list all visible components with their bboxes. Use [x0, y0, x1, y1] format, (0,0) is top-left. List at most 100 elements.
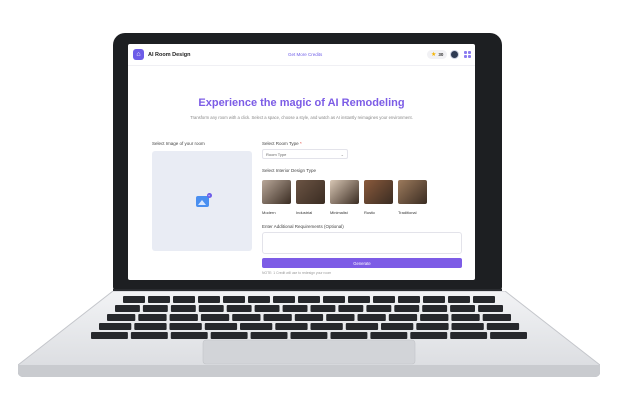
- keyboard-key: [248, 296, 270, 303]
- keyboard-key: [473, 296, 495, 303]
- room-type-selected: Room Type: [266, 151, 287, 157]
- design-option-name: Minimalist: [330, 210, 348, 215]
- keyboard-key: [345, 323, 379, 330]
- keyboard-key: [130, 332, 168, 339]
- keyboard-key: [210, 332, 248, 339]
- room-type-label: Select Room Type *: [262, 141, 302, 146]
- keyboard-key: [294, 314, 324, 321]
- page-title: Experience the magic of AI Remodeling: [198, 97, 405, 109]
- keyboard-key: [373, 296, 395, 303]
- keyboard-key: [423, 296, 445, 303]
- keyboard-key: [204, 323, 238, 330]
- keyboard-key: [173, 296, 195, 303]
- keyboard-key: [338, 305, 364, 312]
- keyboard-key: [381, 323, 414, 330]
- keyboard-key: [275, 323, 308, 330]
- design-option-name: Rustic: [364, 210, 376, 215]
- get-more-credits-link[interactable]: Get More Credits: [288, 52, 322, 57]
- keyboard-key: [451, 323, 484, 330]
- laptop: ⌂ AI Room Design Get More Credits ★ 30 E…: [0, 0, 617, 401]
- design-option-industrial[interactable]: Industrial: [296, 180, 325, 215]
- keyboard-key: [226, 305, 252, 312]
- keyboard-key: [366, 305, 392, 312]
- requirements-label: Enter Additional Requirements (Optional): [262, 224, 344, 229]
- plus-icon: +: [206, 192, 212, 198]
- upload-label: Select Image of your room: [152, 141, 205, 146]
- keyboard-key: [198, 296, 220, 303]
- apps-grid-icon[interactable]: [464, 51, 471, 58]
- image-add-icon: +: [195, 192, 212, 207]
- credit-balance-badge[interactable]: ★ 30: [427, 50, 448, 59]
- keyboard-key: [410, 332, 448, 339]
- keyboard-key: [134, 323, 167, 330]
- keyboard-key: [416, 323, 449, 330]
- keyboard-key: [99, 323, 132, 330]
- keyboard-key: [170, 332, 208, 339]
- design-thumb: [364, 180, 393, 204]
- design-thumb: [330, 180, 359, 204]
- keyboard-key: [107, 314, 136, 321]
- keyboard-key: [420, 314, 449, 321]
- design-option-name: Industrial: [296, 210, 313, 215]
- room-type-select[interactable]: Room Type ⌄: [262, 149, 348, 159]
- keyboard-key: [348, 296, 370, 303]
- keyboard-key: [138, 314, 167, 321]
- keyboard-key: [91, 332, 128, 339]
- room-image-upload[interactable]: +: [152, 151, 252, 251]
- keyboard-key: [169, 314, 198, 321]
- requirements-input[interactable]: [262, 232, 462, 254]
- app-header: ⌂ AI Room Design Get More Credits ★ 30: [128, 44, 475, 66]
- design-thumb: [398, 180, 427, 204]
- design-option-modern[interactable]: Modern: [262, 180, 291, 215]
- keyboard-key: [170, 305, 196, 312]
- keyboard-key: [198, 305, 224, 312]
- keyboard-key: [394, 305, 420, 312]
- user-avatar-icon[interactable]: [450, 50, 459, 59]
- keyboard-key: [486, 323, 520, 330]
- keyboard-key: [323, 296, 345, 303]
- keyboard-key: [240, 323, 273, 330]
- keyboard-key: [398, 296, 420, 303]
- laptop-screen: ⌂ AI Room Design Get More Credits ★ 30 E…: [128, 44, 475, 280]
- design-thumb: [262, 180, 291, 204]
- page-subtitle: Transform any room with a click. Select …: [190, 115, 413, 120]
- keyboard-key: [200, 314, 230, 321]
- generate-button[interactable]: Generate: [262, 258, 462, 268]
- keyboard-key: [330, 332, 368, 339]
- keyboard-key: [223, 296, 245, 303]
- keyboard-key: [326, 314, 355, 321]
- keyboard-key: [448, 296, 470, 303]
- credit-note: NOTE: 1 Credit will use to redesign your…: [262, 271, 332, 275]
- keyboard-key: [478, 305, 503, 312]
- credit-count: 30: [438, 52, 444, 57]
- star-icon: ★: [431, 52, 437, 58]
- keyboard-key: [451, 314, 480, 321]
- keyboard-key: [169, 323, 202, 330]
- keyboard-key: [310, 323, 343, 330]
- keyboard-key: [298, 296, 320, 303]
- design-thumb: [296, 180, 325, 204]
- home-logo-icon[interactable]: ⌂: [133, 49, 144, 60]
- keyboard-key: [422, 305, 448, 312]
- design-option-name: Traditional: [398, 210, 417, 215]
- keyboard-key: [482, 314, 511, 321]
- design-option-minimalist[interactable]: Minimalist: [330, 180, 359, 215]
- keyboard-key: [450, 305, 475, 312]
- design-option-rustic[interactable]: Rustic: [364, 180, 393, 215]
- laptop-base: [18, 291, 600, 377]
- chevron-down-icon: ⌄: [340, 151, 344, 157]
- keyboard-key: [310, 305, 336, 312]
- trackpad: [202, 339, 416, 365]
- keyboard-key: [142, 305, 168, 312]
- keyboard-key: [388, 314, 418, 321]
- keyboard-key: [263, 314, 292, 321]
- keyboard-key: [232, 314, 261, 321]
- keyboard-key: [357, 314, 386, 321]
- keyboard-key: [250, 332, 288, 339]
- keyboard-key: [148, 296, 170, 303]
- app-title: AI Room Design: [148, 51, 191, 58]
- keyboard-key: [370, 332, 408, 339]
- design-option-traditional[interactable]: Traditional: [398, 180, 427, 215]
- keyboard-key: [282, 305, 308, 312]
- keyboard-key: [450, 332, 488, 339]
